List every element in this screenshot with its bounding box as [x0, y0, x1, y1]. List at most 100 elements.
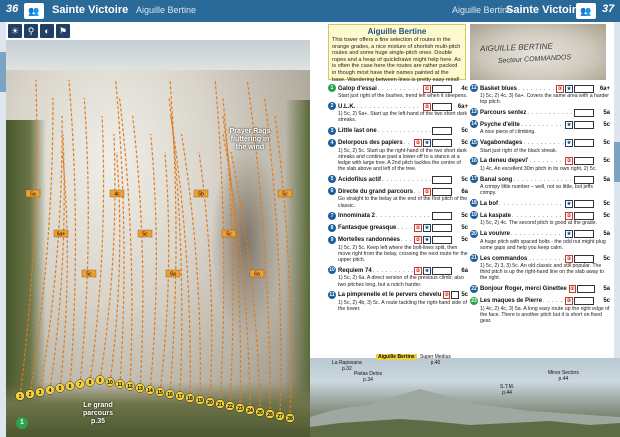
- tick-box[interactable]: [432, 236, 452, 245]
- route-title-line: Little last one. . . . . . . . . . . . .…: [338, 127, 468, 136]
- route-grade: 5c: [461, 128, 468, 135]
- left-crag-title: Sainte Victoire: [52, 4, 129, 16]
- tick-box[interactable]: [432, 187, 452, 196]
- route-grade: 5c: [461, 292, 468, 299]
- route-name: La kaspate: [480, 212, 512, 219]
- route-number: 3: [328, 126, 336, 135]
- route-title-line: Acidofilus actif. . . . . . . . . . . . …: [338, 175, 468, 184]
- route-line: [170, 115, 191, 399]
- route-number: 19: [470, 211, 478, 220]
- route-name: Bonjour Roger, merci Ginettee: [480, 286, 567, 293]
- tick-box[interactable]: [574, 157, 594, 166]
- route-number: 22: [470, 284, 478, 293]
- tick-box[interactable]: [574, 139, 594, 148]
- tick-box[interactable]: [432, 212, 452, 221]
- leader-dots: . . . . . . . . . . . . . . . . . . . . …: [529, 158, 564, 165]
- leader-dots: . . . . . . . . . . . . . . . . . . . . …: [499, 200, 564, 207]
- left-page: 36 👥 Sainte Victoire Aiguille Bertine ☀ …: [0, 0, 310, 437]
- route-entry: 11La pimprenelle et le pervers chevelu. …: [328, 290, 468, 312]
- route-name: Galop d'essai: [338, 85, 377, 92]
- route-number-label: 10: [107, 380, 113, 386]
- route-name: Innominata 2: [338, 213, 376, 220]
- tick-box[interactable]: [432, 127, 452, 136]
- route-topo-overlay: 1 2 3 4 5 6 7 8 9 10 11 12 13 14 15 16 17 18 19 20 21 22 23 24 2…: [15, 79, 295, 423]
- route-title-line: Innominata 2. . . . . . . . . . . . . . …: [338, 212, 468, 221]
- tick-box[interactable]: [574, 120, 594, 129]
- left-header-bar: 36 👥 Sainte Victoire Aiguille Bertine: [0, 0, 310, 22]
- tick-box[interactable]: [574, 108, 594, 117]
- route-number: 23: [470, 296, 478, 305]
- leader-dots: . . . . . . . . . . . . . . . . . . . . …: [511, 231, 564, 238]
- route-title-line: Psyche d'elite. . . . . . . . . . . . . …: [480, 120, 610, 129]
- family-icon: ⚑: [56, 24, 70, 38]
- route-title-line: Banal song. . . . . . . . . . . . . . . …: [480, 175, 610, 184]
- tick-box[interactable]: [574, 297, 594, 306]
- route-number: 9: [328, 235, 336, 244]
- route-grade: 5a: [603, 176, 610, 183]
- tick-box[interactable]: [450, 291, 460, 300]
- route-number-label: 13: [137, 386, 143, 392]
- route-number-label: 4: [49, 388, 52, 394]
- route-grade: 5c: [603, 212, 610, 219]
- route-entry: 15Vagabondages. . . . . . . . . . . . . …: [470, 138, 610, 154]
- route-grade: 6a+: [457, 103, 468, 110]
- leader-dots: . . . . . . . . . . . . . . . . . . . . …: [518, 85, 555, 92]
- route-entry: 4Delorpous des papiers. . . . . . . . . …: [328, 138, 468, 173]
- leader-dots: . . . . . . . . . . . . . . . . . . . . …: [377, 85, 422, 92]
- intro-box: Aiguille Bertine This tower offers a fin…: [328, 24, 466, 83]
- route-entry: 1Galop d'essai. . . . . . . . . . . . . …: [328, 84, 468, 99]
- tick-box[interactable]: [432, 102, 452, 111]
- pitch-count-icon: ②: [568, 285, 577, 294]
- route-description: 1) 4c, 2) 4c, 3) 5a. A long easy route u…: [480, 305, 610, 325]
- tick-box[interactable]: [574, 211, 594, 220]
- tick-box[interactable]: [432, 84, 452, 93]
- grade-tag-label: 6a: [254, 272, 260, 278]
- route-title-line: Bonjour Roger, merci Ginettee. . . . . .…: [480, 285, 610, 294]
- tick-box[interactable]: [432, 175, 452, 184]
- route-entry: 7Innominata 2. . . . . . . . . . . . . .…: [328, 211, 468, 221]
- right-page-number: 37: [602, 3, 615, 15]
- route-entry: 23Les maques de Pierre. . . . . . . . . …: [470, 296, 610, 325]
- route-number: 2: [328, 102, 336, 111]
- route-description: A nice piece of climbing.: [480, 129, 536, 136]
- leader-dots: . . . . . . . . . . . . . . . . . . . . …: [523, 140, 564, 147]
- leader-dots: . . . . . . . . . . . . . . . . . . . . …: [372, 267, 413, 274]
- tick-box[interactable]: [574, 84, 594, 93]
- route-number-label: 11: [117, 382, 123, 388]
- chapter-tab: [614, 142, 620, 182]
- grade-tag-label: 5c: [142, 232, 148, 238]
- route-line: [89, 115, 105, 383]
- star-icon: ★: [423, 224, 431, 233]
- tick-box[interactable]: [577, 285, 596, 294]
- route-number-label: 20: [207, 400, 213, 406]
- tick-box[interactable]: [432, 266, 452, 275]
- route-number: 7: [328, 211, 336, 220]
- climber-icon: 👥: [24, 3, 44, 19]
- tick-box[interactable]: [432, 139, 452, 148]
- route-number-label: 21: [217, 402, 223, 408]
- tick-box[interactable]: [574, 175, 594, 184]
- route-number: 4: [328, 138, 336, 147]
- route-title-line: Delorpous des papiers. . . . . . . . . .…: [338, 139, 468, 148]
- grade-tag-label: 5c: [282, 192, 288, 198]
- route-name: Little last one: [338, 128, 377, 135]
- route-grade: 5a: [603, 231, 610, 238]
- tick-box[interactable]: [574, 199, 594, 208]
- route-line: [274, 115, 292, 419]
- star-icon: ★: [565, 230, 573, 239]
- route-number-label: 18: [187, 396, 193, 402]
- route-grade: 5c: [461, 140, 468, 147]
- route-name: Vagabondages: [480, 140, 523, 147]
- intro-text: This tower offers a fine selection of ro…: [332, 37, 461, 83]
- star-icon: ★: [565, 199, 573, 208]
- tick-box[interactable]: [574, 254, 594, 263]
- route-grade: 5c: [461, 213, 468, 220]
- panorama-photo: La Rapsoana p.32 Pietas Delos p.34 Aiguill…: [310, 354, 620, 437]
- tick-box[interactable]: [432, 224, 452, 233]
- panorama-label-super: Super Medius p.40: [420, 354, 451, 366]
- route-title-line: U.L.K.. . . . . . . . . . . . . . . . . …: [338, 102, 468, 111]
- pitch-count-icon: ②: [423, 102, 431, 111]
- route-name: Acidofilus actif: [338, 176, 382, 183]
- route-number: 21: [470, 254, 478, 263]
- tick-box[interactable]: [574, 230, 594, 239]
